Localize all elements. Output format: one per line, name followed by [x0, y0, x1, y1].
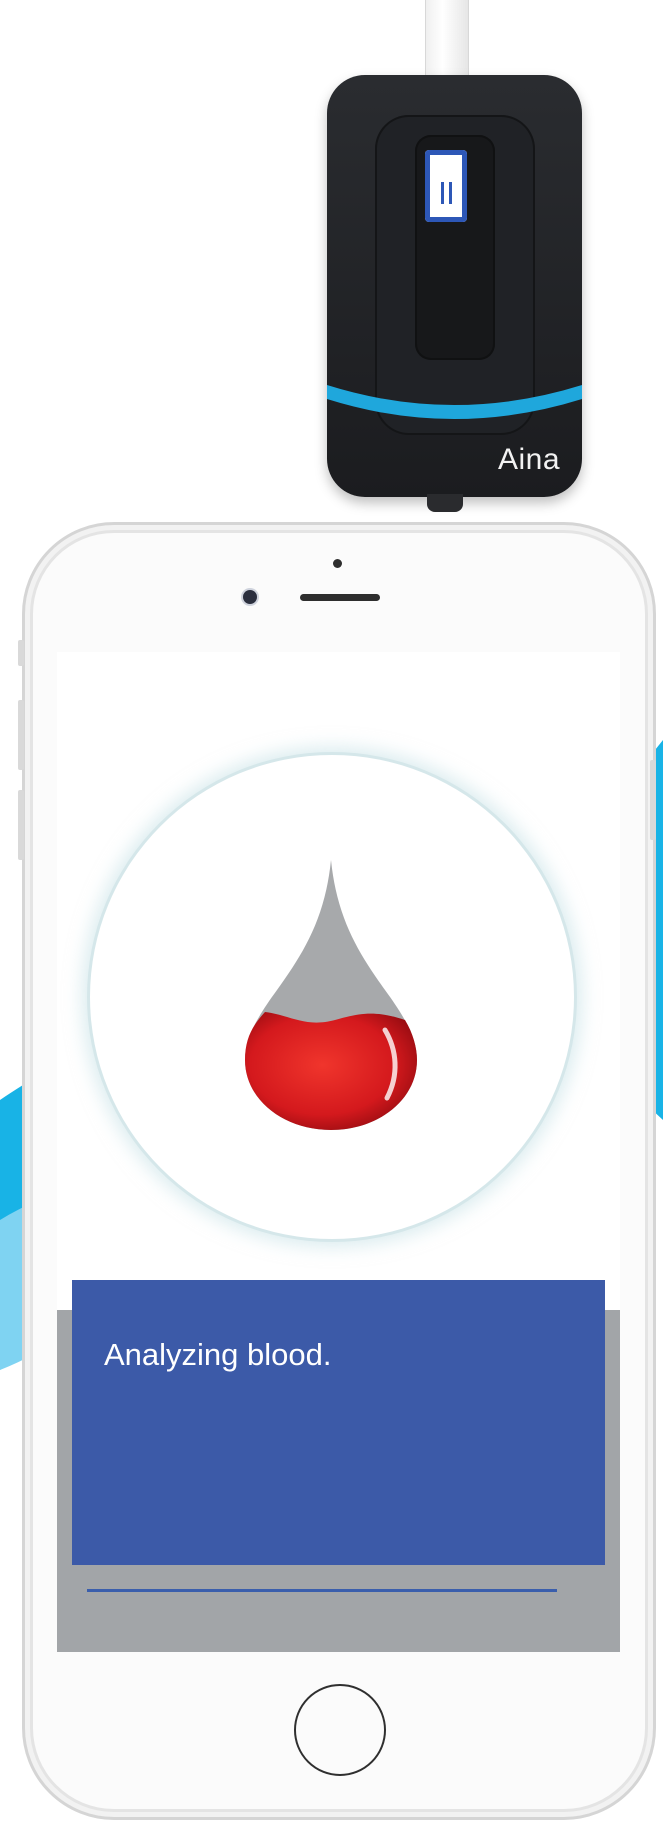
phone-speaker: [300, 594, 380, 601]
device-connector: [427, 494, 463, 512]
test-strip-band: [425, 150, 467, 222]
device-accent-arc: [327, 385, 582, 419]
phone-volume-up: [18, 700, 24, 770]
progress-divider: [87, 1589, 557, 1592]
phone-volume-down: [18, 790, 24, 860]
home-button[interactable]: [294, 1684, 386, 1776]
status-card: Analyzing blood.: [72, 1280, 605, 1565]
device-brand-label: Aina: [497, 443, 560, 476]
phone-mute-switch: [18, 640, 24, 666]
blood-drop-icon: [245, 860, 417, 1130]
phone-sensor: [333, 559, 342, 568]
aina-device: Aina: [327, 75, 582, 497]
phone-power-button: [650, 760, 656, 840]
phone-front-camera: [243, 590, 257, 604]
strip-mark: [441, 182, 444, 204]
status-message: Analyzing blood.: [104, 1337, 332, 1372]
strip-mark: [449, 182, 452, 204]
